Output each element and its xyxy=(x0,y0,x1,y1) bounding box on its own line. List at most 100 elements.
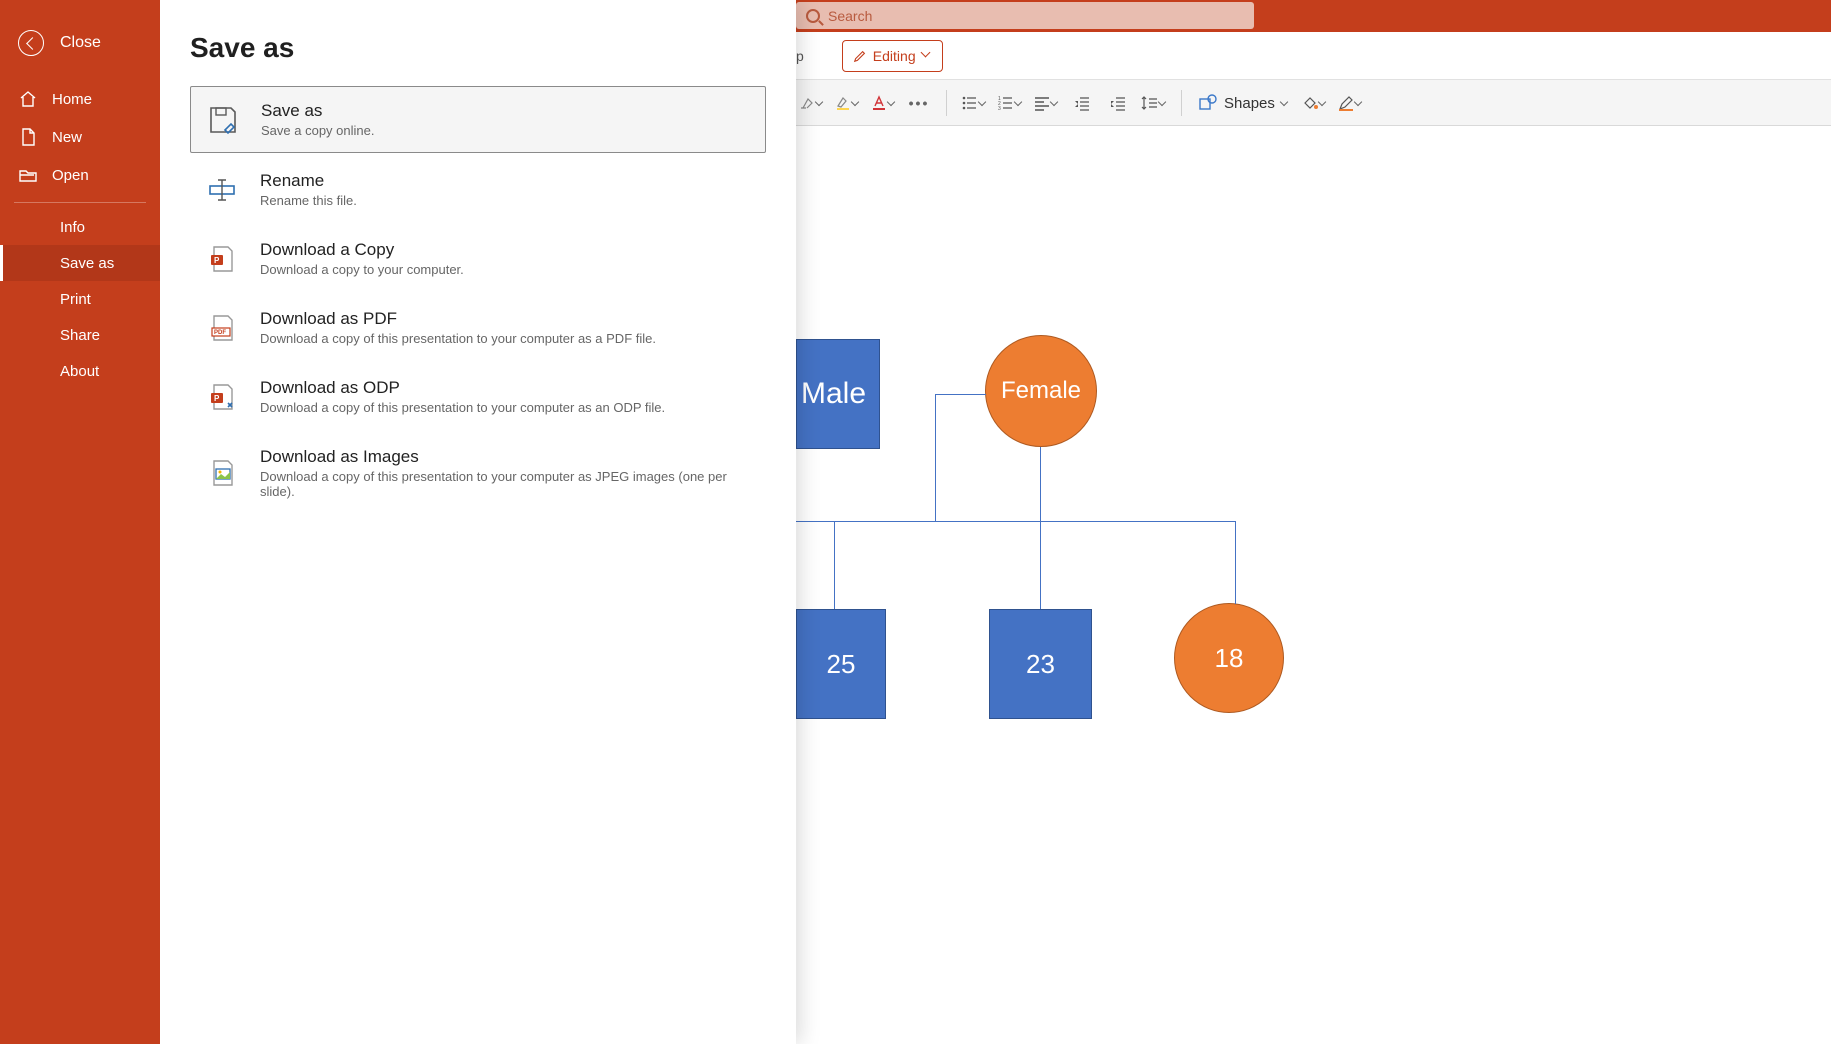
ribbon-tab-fragment[interactable]: p xyxy=(796,48,804,64)
nav-print[interactable]: Print xyxy=(0,281,160,317)
svg-text:3: 3 xyxy=(998,106,1001,112)
chevron-down-icon xyxy=(1281,99,1289,107)
option-download-pdf[interactable]: PDF Download as PDF Download a copy of t… xyxy=(190,295,766,360)
powerpoint-file-icon: P xyxy=(206,243,238,275)
shape-fill-button[interactable] xyxy=(1299,88,1329,118)
line-spacing-icon xyxy=(1141,94,1159,112)
option-title: Download a Copy xyxy=(260,240,464,260)
option-download-copy[interactable]: P Download a Copy Download a copy to you… xyxy=(190,226,766,291)
nav-open[interactable]: Open xyxy=(0,156,160,194)
odp-file-icon: P xyxy=(206,381,238,413)
option-title: Save as xyxy=(261,101,374,121)
image-file-icon xyxy=(206,457,238,489)
diagram-node-male[interactable]: Male xyxy=(796,339,880,449)
pencil-icon xyxy=(853,49,867,63)
toolbar-separator xyxy=(946,90,947,116)
search-placeholder: Search xyxy=(828,8,872,24)
rename-cursor-icon xyxy=(206,174,238,206)
connector xyxy=(936,394,986,395)
pdf-file-icon: PDF xyxy=(206,312,238,344)
option-desc: Download a copy of this presentation to … xyxy=(260,469,750,499)
home-icon xyxy=(18,89,38,109)
chevron-down-icon xyxy=(979,99,987,107)
option-desc: Download a copy of this presentation to … xyxy=(260,331,656,346)
align-button[interactable] xyxy=(1031,88,1061,118)
paint-bucket-icon xyxy=(1301,94,1319,112)
pen-outline-icon xyxy=(1337,94,1355,112)
backstage-sidebar: Close Home New Open Info Save as Print S… xyxy=(0,0,160,1044)
search-box[interactable]: Search xyxy=(796,2,1254,29)
chevron-down-icon xyxy=(922,51,932,61)
eraser-a-icon xyxy=(798,94,816,112)
indent-icon xyxy=(1109,94,1127,112)
chevron-down-icon xyxy=(816,99,824,107)
diagram-node-25[interactable]: 25 xyxy=(796,609,886,719)
shapes-label: Shapes xyxy=(1224,95,1275,112)
option-download-odp[interactable]: P Download as ODP Download a copy of thi… xyxy=(190,364,766,429)
chevron-down-icon xyxy=(852,99,860,107)
page-title: Save as xyxy=(190,32,766,64)
option-desc: Save a copy online. xyxy=(261,123,374,138)
font-color-icon xyxy=(870,94,888,112)
chevron-down-icon xyxy=(1319,99,1327,107)
numbering-icon: 123 xyxy=(997,94,1015,112)
nav-share[interactable]: Share xyxy=(0,317,160,353)
backstage-content: Save as Save as Save a copy online. Rena… xyxy=(160,0,796,1044)
chevron-down-icon xyxy=(888,99,896,107)
backstage-panel: Close Home New Open Info Save as Print S… xyxy=(0,0,796,1044)
diagram-node-female[interactable]: Female xyxy=(985,335,1097,447)
sidebar-divider xyxy=(14,202,146,203)
connector xyxy=(1040,447,1041,522)
option-desc: Download a copy of this presentation to … xyxy=(260,400,665,415)
editing-mode-button[interactable]: Editing xyxy=(842,40,943,72)
option-title: Download as Images xyxy=(260,447,750,467)
shapes-icon xyxy=(1198,93,1218,113)
shape-outline-button[interactable] xyxy=(1335,88,1365,118)
more-font-options-button[interactable]: ••• xyxy=(904,88,934,118)
svg-text:PDF: PDF xyxy=(214,330,226,336)
backstage-close-button[interactable]: Close xyxy=(0,20,160,80)
nav-about[interactable]: About xyxy=(0,353,160,389)
slide-canvas[interactable]: Male Female 25 23 18 xyxy=(796,126,1831,1044)
close-label: Close xyxy=(60,34,101,52)
chevron-down-icon xyxy=(1015,99,1023,107)
shapes-button[interactable]: Shapes xyxy=(1194,93,1293,113)
svg-text:P: P xyxy=(214,256,220,265)
chevron-down-icon xyxy=(1355,99,1363,107)
search-icon xyxy=(806,9,820,23)
line-spacing-button[interactable] xyxy=(1139,88,1169,118)
option-title: Download as PDF xyxy=(260,309,656,329)
connector xyxy=(935,394,936,521)
svg-text:P: P xyxy=(214,394,220,403)
font-color-button[interactable] xyxy=(868,88,898,118)
clear-formatting-button[interactable] xyxy=(796,88,826,118)
nav-home[interactable]: Home xyxy=(0,80,160,118)
numbering-button[interactable]: 123 xyxy=(995,88,1025,118)
decrease-indent-button[interactable] xyxy=(1067,88,1097,118)
nav-save-as[interactable]: Save as xyxy=(0,245,160,281)
bullets-button[interactable] xyxy=(959,88,989,118)
option-desc: Rename this file. xyxy=(260,193,357,208)
increase-indent-button[interactable] xyxy=(1103,88,1133,118)
outdent-icon xyxy=(1073,94,1091,112)
diagram-node-23[interactable]: 23 xyxy=(989,609,1092,719)
bullets-icon xyxy=(961,94,979,112)
editing-label: Editing xyxy=(873,48,916,64)
back-arrow-icon xyxy=(18,30,44,56)
option-desc: Download a copy to your computer. xyxy=(260,262,464,277)
save-floppy-icon xyxy=(207,104,239,136)
folder-open-icon xyxy=(18,165,38,185)
new-file-icon xyxy=(18,127,38,147)
chevron-down-icon xyxy=(1159,99,1167,107)
option-rename[interactable]: Rename Rename this file. xyxy=(190,157,766,222)
connector xyxy=(1040,521,1041,609)
highlight-color-button[interactable] xyxy=(832,88,862,118)
toolbar-separator xyxy=(1181,90,1182,116)
nav-info[interactable]: Info xyxy=(0,209,160,245)
connector xyxy=(796,521,1236,522)
option-save-as[interactable]: Save as Save a copy online. xyxy=(190,86,766,153)
connector xyxy=(1235,521,1236,604)
diagram-node-18[interactable]: 18 xyxy=(1174,603,1284,713)
option-download-images[interactable]: Download as Images Download a copy of th… xyxy=(190,433,766,513)
nav-new[interactable]: New xyxy=(0,118,160,156)
